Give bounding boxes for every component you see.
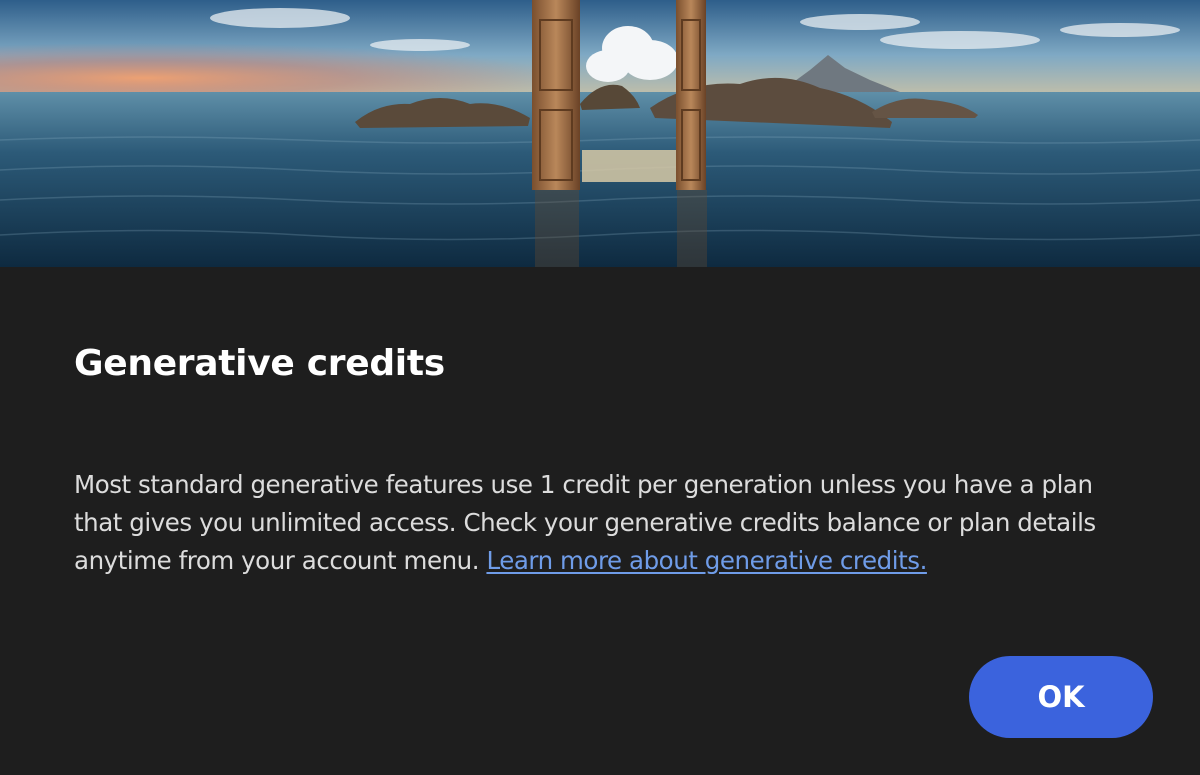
dialog-title: Generative credits bbox=[74, 343, 445, 384]
generative-credits-dialog: Generative credits Most standard generat… bbox=[0, 0, 1200, 775]
ok-button[interactable]: OK bbox=[969, 656, 1153, 738]
dialog-content: Generative credits Most standard generat… bbox=[74, 340, 1134, 575]
learn-more-link[interactable]: Learn more about generative credits. bbox=[486, 546, 927, 575]
dialog-body: Most standard generative features use 1 … bbox=[74, 466, 1134, 580]
ocean-doors-illustration bbox=[0, 0, 1200, 267]
hero-image bbox=[0, 0, 1200, 267]
